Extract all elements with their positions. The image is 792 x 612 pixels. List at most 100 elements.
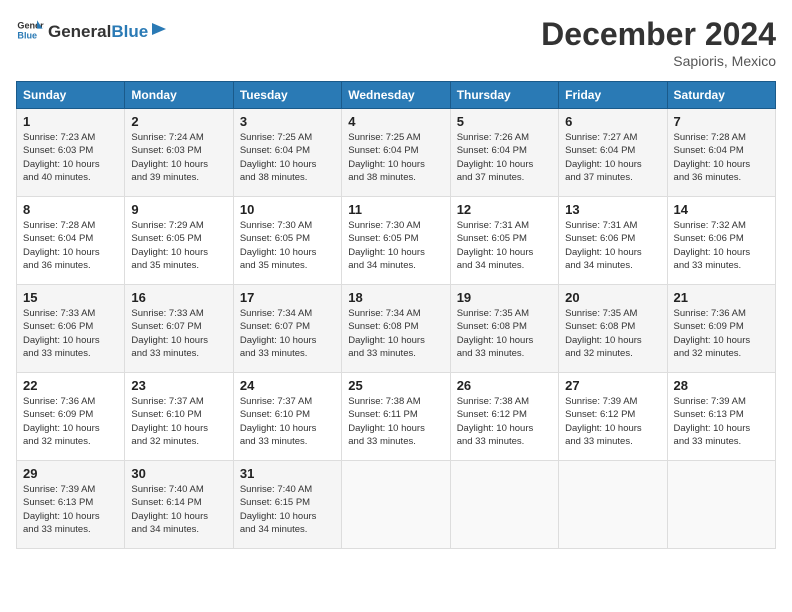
day-cell-1: 1Sunrise: 7:23 AMSunset: 6:03 PMDaylight…	[17, 109, 125, 197]
day-info: Sunrise: 7:32 AMSunset: 6:06 PMDaylight:…	[674, 219, 769, 272]
day-number: 23	[131, 378, 226, 393]
day-info: Sunrise: 7:25 AMSunset: 6:04 PMDaylight:…	[348, 131, 443, 184]
calendar-table: SundayMondayTuesdayWednesdayThursdayFrid…	[16, 81, 776, 549]
day-number: 4	[348, 114, 443, 129]
day-cell-3: 3 Sunrise: 7:25 AMSunset: 6:04 PMDaylight…	[233, 109, 341, 197]
day-cell-19: 19 Sunrise: 7:35 AMSunset: 6:08 PMDayligh…	[450, 285, 558, 373]
empty-cell	[559, 461, 667, 549]
day-number: 15	[23, 290, 118, 305]
logo-blue-text: Blue	[111, 22, 148, 42]
day-info: Sunrise: 7:39 AMSunset: 6:12 PMDaylight:…	[565, 395, 660, 448]
day-info: Sunrise: 7:28 AMSunset: 6:04 PMDaylight:…	[674, 131, 769, 184]
day-info: Sunrise: 7:31 AMSunset: 6:06 PMDaylight:…	[565, 219, 660, 272]
day-info: Sunrise: 7:39 AMSunset: 6:13 PMDaylight:…	[23, 483, 118, 536]
day-number: 31	[240, 466, 335, 481]
weekday-header-sunday: Sunday	[17, 82, 125, 109]
day-cell-29: 29 Sunrise: 7:39 AMSunset: 6:13 PMDayligh…	[17, 461, 125, 549]
day-cell-23: 23 Sunrise: 7:37 AMSunset: 6:10 PMDayligh…	[125, 373, 233, 461]
day-number: 3	[240, 114, 335, 129]
day-info: Sunrise: 7:35 AMSunset: 6:08 PMDaylight:…	[457, 307, 552, 360]
day-cell-15: 15 Sunrise: 7:33 AMSunset: 6:06 PMDayligh…	[17, 285, 125, 373]
day-number: 28	[674, 378, 769, 393]
weekday-header-thursday: Thursday	[450, 82, 558, 109]
day-info: Sunrise: 7:39 AMSunset: 6:13 PMDaylight:…	[674, 395, 769, 448]
day-info: Sunrise: 7:38 AMSunset: 6:11 PMDaylight:…	[348, 395, 443, 448]
day-cell-28: 28 Sunrise: 7:39 AMSunset: 6:13 PMDayligh…	[667, 373, 775, 461]
day-number: 24	[240, 378, 335, 393]
calendar-week-3: 22Sunrise: 7:36 AMSunset: 6:09 PMDayligh…	[17, 373, 776, 461]
day-info: Sunrise: 7:27 AMSunset: 6:04 PMDaylight:…	[565, 131, 660, 184]
day-number: 8	[23, 202, 118, 217]
day-cell-7: 7 Sunrise: 7:28 AMSunset: 6:04 PMDaylight…	[667, 109, 775, 197]
day-number: 11	[348, 202, 443, 217]
day-info: Sunrise: 7:25 AMSunset: 6:04 PMDaylight:…	[240, 131, 335, 184]
day-number: 16	[131, 290, 226, 305]
day-cell-21: 21 Sunrise: 7:36 AMSunset: 6:09 PMDayligh…	[667, 285, 775, 373]
day-number: 21	[674, 290, 769, 305]
day-cell-14: 14 Sunrise: 7:32 AMSunset: 6:06 PMDayligh…	[667, 197, 775, 285]
day-cell-18: 18 Sunrise: 7:34 AMSunset: 6:08 PMDayligh…	[342, 285, 450, 373]
day-cell-16: 16 Sunrise: 7:33 AMSunset: 6:07 PMDayligh…	[125, 285, 233, 373]
day-info: Sunrise: 7:38 AMSunset: 6:12 PMDaylight:…	[457, 395, 552, 448]
day-number: 13	[565, 202, 660, 217]
day-cell-31: 31Sunrise: 7:40 AMSunset: 6:15 PMDayligh…	[233, 461, 341, 549]
day-info: Sunrise: 7:24 AMSunset: 6:03 PMDaylight:…	[131, 131, 226, 184]
day-info: Sunrise: 7:26 AMSunset: 6:04 PMDaylight:…	[457, 131, 552, 184]
weekday-header-row: SundayMondayTuesdayWednesdayThursdayFrid…	[17, 82, 776, 109]
day-number: 30	[131, 466, 226, 481]
day-info: Sunrise: 7:37 AMSunset: 6:10 PMDaylight:…	[131, 395, 226, 448]
day-number: 19	[457, 290, 552, 305]
logo: General Blue GeneralBlue	[16, 16, 168, 44]
day-cell-27: 27 Sunrise: 7:39 AMSunset: 6:12 PMDayligh…	[559, 373, 667, 461]
day-cell-2: 2Sunrise: 7:24 AMSunset: 6:03 PMDaylight…	[125, 109, 233, 197]
day-info: Sunrise: 7:23 AMSunset: 6:03 PMDaylight:…	[23, 131, 118, 184]
day-info: Sunrise: 7:36 AMSunset: 6:09 PMDaylight:…	[674, 307, 769, 360]
day-cell-17: 17 Sunrise: 7:34 AMSunset: 6:07 PMDayligh…	[233, 285, 341, 373]
day-number: 18	[348, 290, 443, 305]
day-cell-24: 24 Sunrise: 7:37 AMSunset: 6:10 PMDayligh…	[233, 373, 341, 461]
day-info: Sunrise: 7:37 AMSunset: 6:10 PMDaylight:…	[240, 395, 335, 448]
day-cell-4: 4 Sunrise: 7:25 AMSunset: 6:04 PMDaylight…	[342, 109, 450, 197]
day-number: 7	[674, 114, 769, 129]
weekday-header-tuesday: Tuesday	[233, 82, 341, 109]
calendar-week-4: 29 Sunrise: 7:39 AMSunset: 6:13 PMDayligh…	[17, 461, 776, 549]
logo-icon: General Blue	[16, 16, 44, 44]
day-number: 27	[565, 378, 660, 393]
page-header: General Blue GeneralBlue December 2024 S…	[16, 16, 776, 69]
day-info: Sunrise: 7:31 AMSunset: 6:05 PMDaylight:…	[457, 219, 552, 272]
weekday-header-monday: Monday	[125, 82, 233, 109]
title-area: December 2024 Sapioris, Mexico	[541, 16, 776, 69]
day-info: Sunrise: 7:34 AMSunset: 6:07 PMDaylight:…	[240, 307, 335, 360]
day-number: 5	[457, 114, 552, 129]
day-cell-9: 9 Sunrise: 7:29 AMSunset: 6:05 PMDaylight…	[125, 197, 233, 285]
day-cell-10: 10Sunrise: 7:30 AMSunset: 6:05 PMDayligh…	[233, 197, 341, 285]
empty-cell	[667, 461, 775, 549]
day-cell-5: 5 Sunrise: 7:26 AMSunset: 6:04 PMDaylight…	[450, 109, 558, 197]
day-number: 12	[457, 202, 552, 217]
day-number: 20	[565, 290, 660, 305]
day-info: Sunrise: 7:35 AMSunset: 6:08 PMDaylight:…	[565, 307, 660, 360]
day-cell-8: 8Sunrise: 7:28 AMSunset: 6:04 PMDaylight…	[17, 197, 125, 285]
day-cell-13: 13 Sunrise: 7:31 AMSunset: 6:06 PMDayligh…	[559, 197, 667, 285]
day-info: Sunrise: 7:33 AMSunset: 6:06 PMDaylight:…	[23, 307, 118, 360]
logo-general-text: General	[48, 22, 111, 42]
day-cell-30: 30 Sunrise: 7:40 AMSunset: 6:14 PMDayligh…	[125, 461, 233, 549]
day-info: Sunrise: 7:29 AMSunset: 6:05 PMDaylight:…	[131, 219, 226, 272]
day-number: 26	[457, 378, 552, 393]
day-info: Sunrise: 7:30 AMSunset: 6:05 PMDaylight:…	[348, 219, 443, 272]
day-number: 29	[23, 466, 118, 481]
day-info: Sunrise: 7:40 AMSunset: 6:14 PMDaylight:…	[131, 483, 226, 536]
day-number: 25	[348, 378, 443, 393]
logo-arrow-icon	[150, 19, 168, 37]
day-info: Sunrise: 7:33 AMSunset: 6:07 PMDaylight:…	[131, 307, 226, 360]
day-cell-6: 6Sunrise: 7:27 AMSunset: 6:04 PMDaylight…	[559, 109, 667, 197]
day-cell-25: 25 Sunrise: 7:38 AMSunset: 6:11 PMDayligh…	[342, 373, 450, 461]
calendar-week-1: 8Sunrise: 7:28 AMSunset: 6:04 PMDaylight…	[17, 197, 776, 285]
empty-cell	[342, 461, 450, 549]
day-number: 14	[674, 202, 769, 217]
weekday-header-saturday: Saturday	[667, 82, 775, 109]
location-subtitle: Sapioris, Mexico	[541, 53, 776, 69]
day-number: 17	[240, 290, 335, 305]
day-number: 9	[131, 202, 226, 217]
day-info: Sunrise: 7:34 AMSunset: 6:08 PMDaylight:…	[348, 307, 443, 360]
